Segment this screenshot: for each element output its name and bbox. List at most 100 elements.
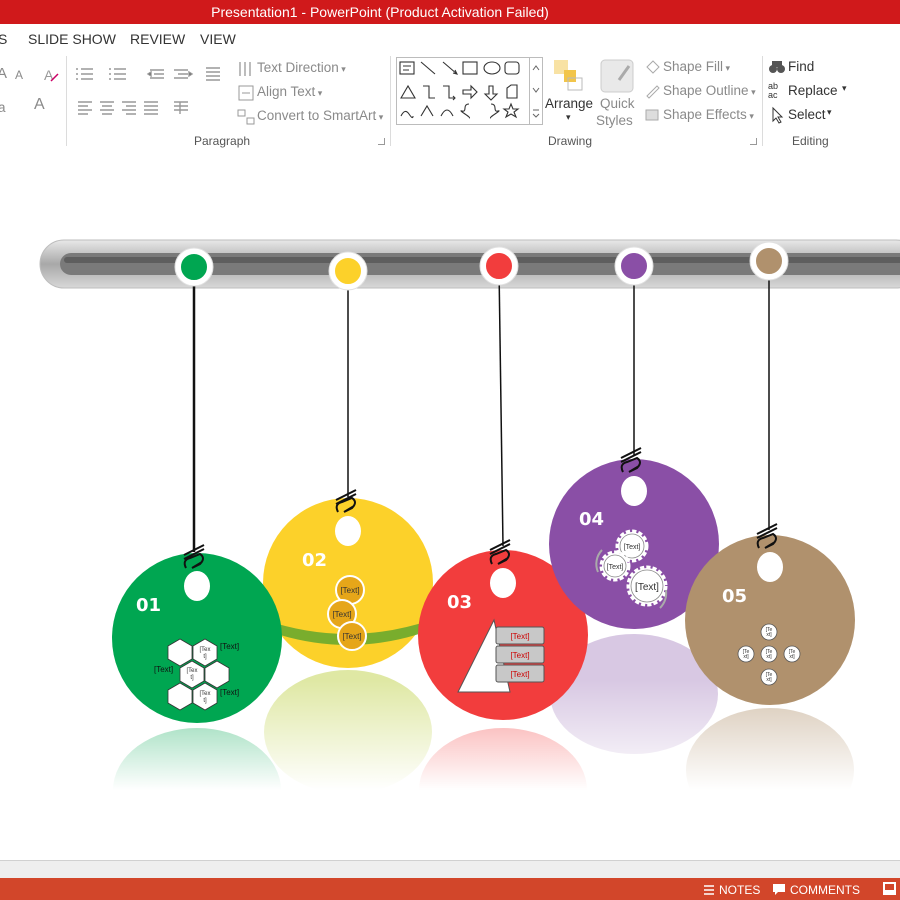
ornament-2-text-1[interactable]: [Text] [340,586,359,595]
shape-effects-icon [645,109,659,121]
dropdown-caret-icon[interactable]: ▾ [376,112,384,122]
view-area-bottom [0,860,900,879]
ornament-1[interactable]: 01 [Tex t] [Tex t] [Tex t] [Text] [Text]… [112,544,282,723]
editing-group-label: Editing [792,134,829,148]
drawing-group-label: Drawing [548,134,593,148]
change-case-button[interactable]: a [0,100,6,115]
ornament-2-text-2[interactable]: [Text] [332,610,351,619]
comments-icon [773,884,785,895]
shape-effects-button[interactable]: Shape Effects ▾ [663,107,754,122]
gear-text-3[interactable]: [Text] [635,582,659,593]
ornament-2-text-3[interactable]: [Text] [342,632,361,641]
notes-button[interactable]: NOTES [719,883,760,897]
dropdown-caret-icon[interactable]: ▾ [747,111,754,121]
convert-smartart-button[interactable]: Convert to SmartArt ▾ [257,108,383,123]
quick-styles-button[interactable]: Quick [600,96,635,111]
quick-styles-label-2: Styles [596,113,633,128]
dropdown-caret-icon[interactable]: ▾ [749,87,756,97]
title-bar: Presentation1 - PowerPoint (Product Acti… [0,0,900,24]
timeline-pin-5[interactable] [750,242,788,280]
tab-review[interactable]: REVIEW [130,31,185,47]
timeline-pin-2[interactable] [329,252,367,290]
tab-slide-show[interactable]: SLIDE SHOW [28,31,116,47]
tab-design[interactable]: S [0,31,7,47]
ornament-number-3: 03 [447,592,472,613]
select-dropdown-icon[interactable]: ▾ [827,107,832,118]
font-size-up-button[interactable]: A [0,65,7,82]
drawing-launcher-icon[interactable] [750,138,757,145]
find-button[interactable]: Find [788,59,814,74]
convert-smartart-icon [237,109,255,125]
pyramid-text-2[interactable]: [Text] [510,651,529,660]
binoculars-icon [769,61,785,73]
hex-label-1[interactable]: [Text] [220,642,239,651]
alignment-buttons-icon[interactable] [72,97,232,119]
hex-text-1b: t] [203,654,207,660]
text-direction-icon [239,62,251,76]
arrange-button[interactable]: Arrange [545,96,593,111]
group-separator [66,56,67,146]
ornament-number-1: 01 [136,595,161,616]
tab-view[interactable]: VIEW [200,31,236,47]
hex-text-3b: t] [203,698,207,704]
ornament-number-4: 04 [579,509,604,530]
align-text-icon [238,85,254,101]
ornament-2[interactable]: 02 [Text] [Text] [Text] [263,489,433,668]
hex-label-3[interactable]: [Text] [220,688,239,697]
pyramid-text-1[interactable]: [Text] [510,632,529,641]
radial-text-2b: xt] [743,654,749,660]
comments-button[interactable]: COMMENTS [790,883,860,897]
timeline-pin-1[interactable] [175,248,213,286]
timeline-pin-3[interactable] [480,247,518,285]
replace-icon: ab ac [768,81,779,100]
string-3 [498,267,504,547]
cursor-icon [772,106,784,124]
group-separator [390,56,391,146]
slide-canvas[interactable]: 02 [Text] [Text] [Text] 01 [Tex t] [Tex … [0,150,900,860]
hex-label-2[interactable]: [Text] [154,665,173,674]
align-text-button[interactable]: Align Text ▾ [257,84,322,99]
ribbon: A A A a A Text Direction ▾ Align Text ▾ [0,52,900,151]
arrange-dropdown-icon[interactable]: ▾ [566,112,571,123]
text-direction-button[interactable]: Text Direction ▾ [257,60,346,75]
select-button[interactable]: Select [788,107,826,122]
normal-view-icon[interactable] [882,881,898,897]
paragraph-launcher-icon[interactable] [378,138,385,145]
radial-text-5b: xt] [766,677,772,683]
shape-outline-button[interactable]: Shape Outline ▾ [663,83,756,98]
shapes-gallery-icons[interactable] [397,58,530,124]
replace-dropdown-icon[interactable]: ▾ [842,83,847,94]
dropdown-caret-icon[interactable]: ▾ [723,63,731,73]
svg-text:A: A [44,67,54,83]
hex-text-3a[interactable]: [Tex [199,691,210,697]
shape-fill-icon [646,60,660,74]
shape-fill-button[interactable]: Shape Fill ▾ [663,59,730,74]
shape-outline-icon [646,85,660,99]
pyramid-text-3[interactable]: [Text] [510,670,529,679]
arrange-icon [554,60,583,91]
dropdown-caret-icon[interactable]: ▾ [315,88,323,98]
dropdown-caret-icon[interactable]: ▾ [339,64,346,74]
replace-button[interactable]: Replace [788,83,838,98]
status-bar: NOTES COMMENTS [0,878,900,900]
ornament-number-5: 05 [722,586,747,607]
ornament-number-2: 02 [302,550,327,571]
hex-text-1a[interactable]: [Tex [199,647,210,653]
window-title: Presentation1 - PowerPoint (Product Acti… [211,4,549,20]
clear-formatting-icon[interactable]: A [42,66,60,84]
list-buttons-icon[interactable] [72,64,232,86]
shapes-gallery[interactable] [396,57,543,125]
radial-text-1b: xt] [766,632,772,638]
radial-text-3b: xt] [766,654,772,660]
radial-text-4b: xt] [789,654,795,660]
gallery-scrollbar[interactable] [529,58,542,124]
ribbon-tabs: S SLIDE SHOW REVIEW VIEW [0,24,900,53]
font-size-down-button[interactable]: A [15,68,23,82]
font-color-button[interactable]: A [34,96,45,114]
timeline-pin-4[interactable] [615,247,653,285]
gear-text-1[interactable]: [Text] [624,544,641,551]
gear-text-2[interactable]: [Text] [607,564,624,571]
quick-styles-icon [600,59,634,93]
group-separator [762,56,763,146]
hex-text-2a[interactable]: [Tex [186,668,197,674]
